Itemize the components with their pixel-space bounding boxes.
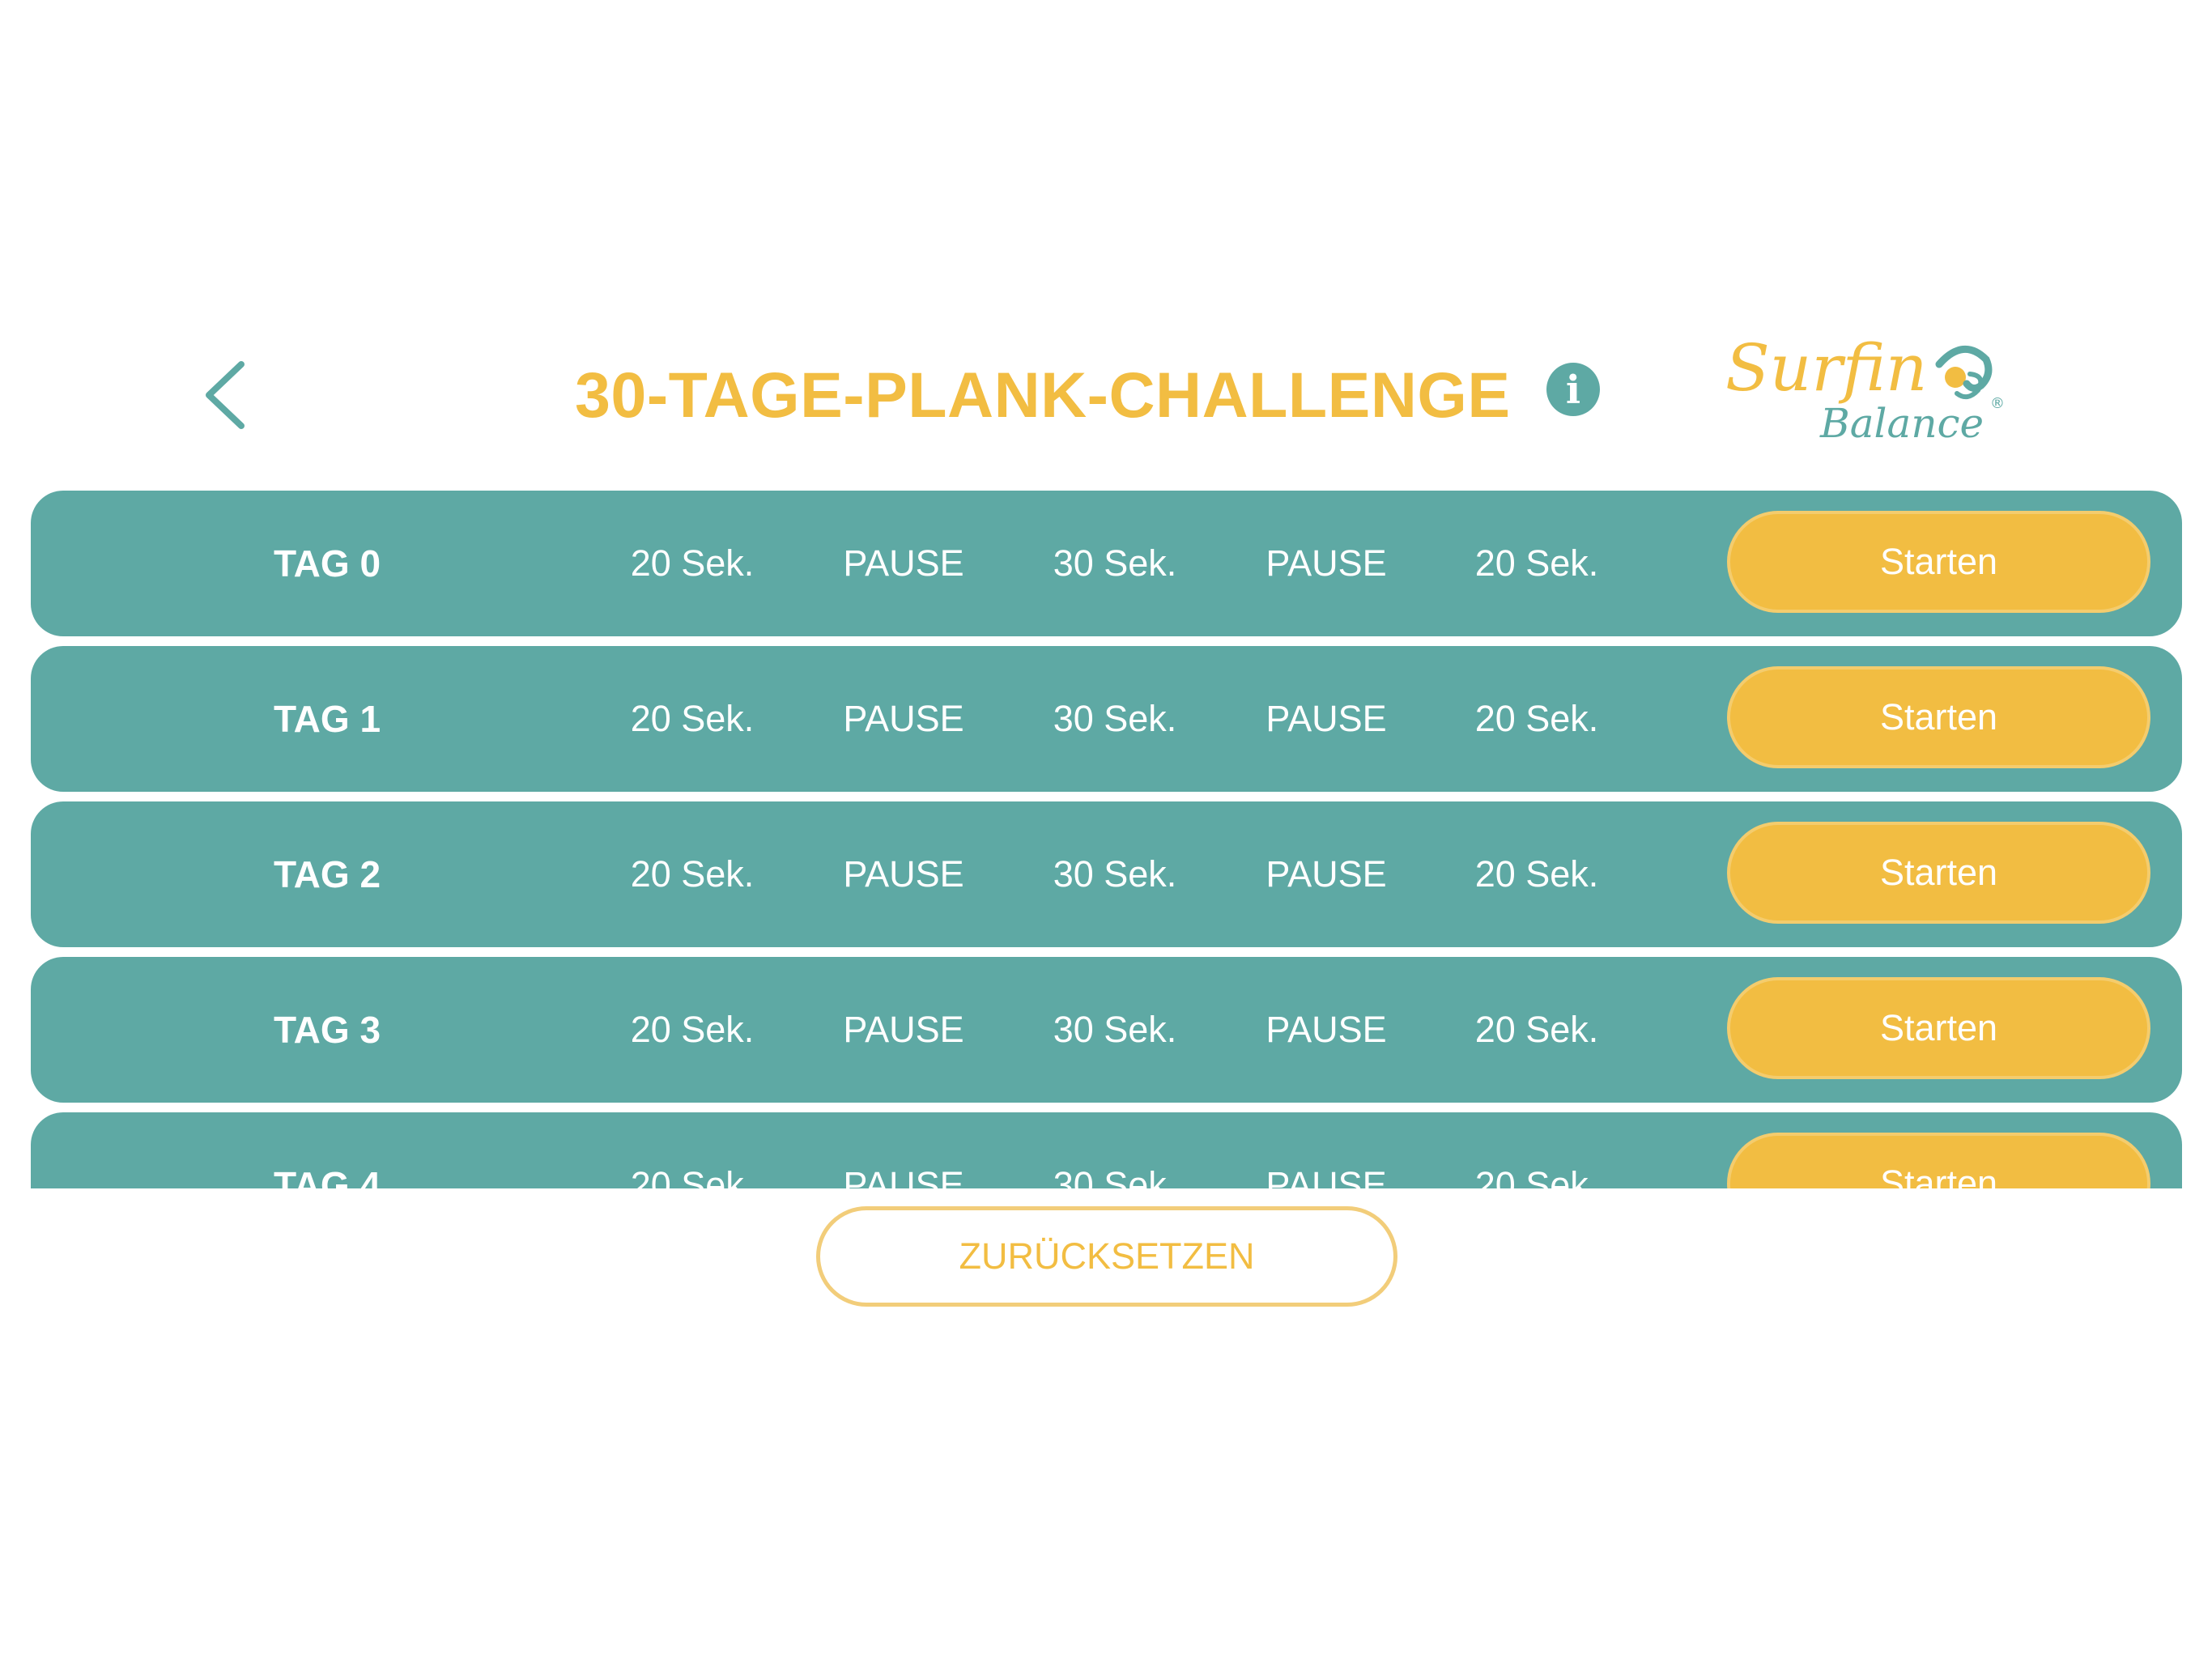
step-3: 30 Sek. (1053, 853, 1177, 895)
day-row-4: TAG 4 20 Sek. PAUSE 30 Sek. PAUSE 20 Sek… (31, 1112, 2182, 1188)
start-button[interactable]: Starten (1727, 1133, 2150, 1188)
start-button[interactable]: Starten (1727, 977, 2150, 1079)
step-5: 20 Sek. (1474, 1009, 1599, 1050)
step-3: 30 Sek. (1053, 698, 1177, 739)
plank-challenge-screen: 30-TAGE-PLANK-CHALLENGE i Surfin Balance… (0, 0, 2212, 1658)
day-label: TAG 0 (274, 542, 381, 585)
step-3: 30 Sek. (1053, 1164, 1177, 1188)
step-1: 20 Sek. (630, 853, 755, 895)
day-label: TAG 3 (274, 1009, 381, 1051)
day-row-3: TAG 3 20 Sek. PAUSE 30 Sek. PAUSE 20 Sek… (31, 957, 2182, 1103)
step-2: PAUSE (843, 853, 964, 895)
info-icon: i (1565, 368, 1581, 413)
step-1: 20 Sek. (630, 542, 755, 584)
step-5: 20 Sek. (1474, 698, 1599, 739)
day-label: TAG 1 (274, 698, 381, 740)
day-row-2: TAG 2 20 Sek. PAUSE 30 Sek. PAUSE 20 Sek… (31, 801, 2182, 947)
step-5: 20 Sek. (1474, 1164, 1599, 1188)
back-button[interactable] (194, 355, 259, 436)
step-3: 30 Sek. (1053, 1009, 1177, 1050)
day-row-1: TAG 1 20 Sek. PAUSE 30 Sek. PAUSE 20 Sek… (31, 646, 2182, 792)
step-5: 20 Sek. (1474, 853, 1599, 895)
step-4: PAUSE (1266, 1164, 1387, 1188)
day-label: TAG 2 (274, 853, 381, 895)
step-2: PAUSE (843, 1164, 964, 1188)
reset-button[interactable]: ZURÜCKSETZEN (816, 1206, 1397, 1307)
step-2: PAUSE (843, 542, 964, 584)
chevron-left-icon (206, 361, 245, 429)
step-1: 20 Sek. (630, 1009, 755, 1050)
step-3: 30 Sek. (1053, 542, 1177, 584)
day-label: TAG 4 (274, 1164, 381, 1188)
step-2: PAUSE (843, 1009, 964, 1050)
start-button[interactable]: Starten (1727, 666, 2150, 768)
step-2: PAUSE (843, 698, 964, 739)
svg-text:®: ® (1990, 395, 2005, 412)
step-4: PAUSE (1266, 698, 1387, 739)
surfin-balance-logo: Surfin Balance ® (1721, 332, 2012, 453)
svg-text:Surfin: Surfin (1725, 332, 1927, 406)
day-list[interactable]: TAG 0 20 Sek. PAUSE 30 Sek. PAUSE 20 Sek… (0, 486, 2212, 1188)
day-row-0: TAG 0 20 Sek. PAUSE 30 Sek. PAUSE 20 Sek… (31, 491, 2182, 636)
step-4: PAUSE (1266, 853, 1387, 895)
step-1: 20 Sek. (630, 698, 755, 739)
start-button[interactable]: Starten (1727, 511, 2150, 613)
step-4: PAUSE (1266, 542, 1387, 584)
step-5: 20 Sek. (1474, 542, 1599, 584)
info-button[interactable]: i (1546, 363, 1600, 416)
step-4: PAUSE (1266, 1009, 1387, 1050)
step-1: 20 Sek. (630, 1164, 755, 1188)
start-button[interactable]: Starten (1727, 822, 2150, 924)
page-title: 30-TAGE-PLANK-CHALLENGE (575, 359, 1511, 431)
svg-text:Balance: Balance (1819, 400, 1984, 447)
